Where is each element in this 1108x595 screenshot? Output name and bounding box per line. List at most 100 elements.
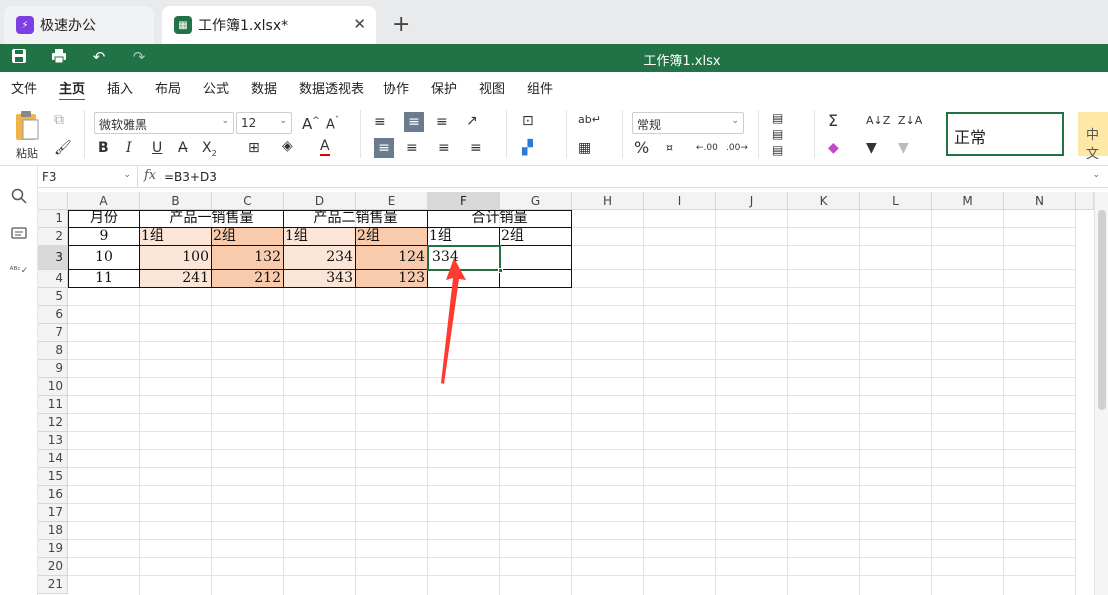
table-format-icon[interactable]: ▦	[578, 138, 591, 158]
menu-collaborate[interactable]: 协作	[383, 78, 409, 97]
tab-workbook[interactable]: ▦ 工作簿1.xlsx* ✕	[162, 6, 376, 44]
row-header-14[interactable]: 14	[38, 450, 68, 468]
currency-icon[interactable]: ¤	[666, 138, 673, 158]
menu-pivot-table[interactable]: 数据透视表	[299, 78, 364, 97]
align-right-icon[interactable]: ≡	[438, 138, 450, 158]
column-header-e[interactable]: E	[356, 192, 428, 210]
cell-e3[interactable]: 124	[356, 246, 428, 270]
tab-app-home[interactable]: ⚡ 极速办公	[4, 6, 154, 44]
new-tab-button[interactable]: +	[392, 12, 410, 37]
cell-c2[interactable]: 2组	[212, 228, 284, 246]
row-header-17[interactable]: 17	[38, 504, 68, 522]
percent-icon[interactable]: %	[634, 138, 649, 158]
strikethrough-icon[interactable]: A̶	[178, 138, 188, 158]
cell-b1-merged[interactable]: 产品一销售量	[140, 210, 284, 228]
row-header-10[interactable]: 10	[38, 378, 68, 396]
sort-descending-icon[interactable]: Z↓A	[898, 111, 922, 131]
italic-button[interactable]: I	[126, 138, 132, 158]
row-header-3[interactable]: 3	[38, 246, 68, 270]
menu-components[interactable]: 组件	[527, 78, 553, 97]
align-middle-icon[interactable]: ≡	[404, 112, 424, 132]
row-header-12[interactable]: 12	[38, 414, 68, 432]
comment-icon[interactable]	[9, 226, 29, 246]
menu-formula[interactable]: 公式	[203, 78, 229, 97]
align-left-icon[interactable]: ≡	[374, 138, 394, 158]
font-size-select[interactable]: 12 ⌄	[236, 112, 292, 134]
formula-input[interactable]: =B3+D3	[164, 170, 217, 184]
row-header-7[interactable]: 7	[38, 324, 68, 342]
cell-d1-merged[interactable]: 产品二销售量	[284, 210, 428, 228]
name-box[interactable]: F3 ⌄	[38, 166, 138, 188]
cell-d2[interactable]: 1组	[284, 228, 356, 246]
column-header-k[interactable]: K	[788, 192, 860, 210]
row-header-13[interactable]: 13	[38, 432, 68, 450]
column-header-a[interactable]: A	[68, 192, 140, 210]
column-header-j[interactable]: J	[716, 192, 788, 210]
cell-e4[interactable]: 123	[356, 270, 428, 288]
cell-c4[interactable]: 212	[212, 270, 284, 288]
column-header-i[interactable]: I	[644, 192, 716, 210]
row-header-6[interactable]: 6	[38, 306, 68, 324]
cell-f1-merged[interactable]: 合计销量	[428, 210, 572, 228]
column-header-c[interactable]: C	[212, 192, 284, 210]
text-orientation-icon[interactable]: ↗	[466, 111, 478, 131]
vertical-scrollbar[interactable]	[1094, 192, 1108, 595]
row-header-4[interactable]: 4	[38, 270, 68, 288]
scrollbar-thumb[interactable]	[1098, 210, 1106, 410]
cell-d3[interactable]: 234	[284, 246, 356, 270]
cell-g2[interactable]: 2组	[500, 228, 572, 246]
align-center-icon[interactable]: ≡	[406, 138, 418, 158]
sort-ascending-icon[interactable]: A↓Z	[866, 111, 890, 131]
menu-view[interactable]: 视图	[479, 78, 505, 97]
row-header-5[interactable]: 5	[38, 288, 68, 306]
column-header-d[interactable]: D	[284, 192, 356, 210]
subscript-icon[interactable]: X2	[202, 138, 217, 164]
cell-style-normal[interactable]: 正常	[946, 112, 1064, 156]
menu-file[interactable]: 文件	[11, 78, 37, 97]
cell-a2[interactable]: 9	[69, 228, 140, 246]
cell-b2[interactable]: 1组	[140, 228, 212, 246]
row-header-11[interactable]: 11	[38, 396, 68, 414]
cell-c3[interactable]: 132	[212, 246, 284, 270]
cell-a3[interactable]: 10	[69, 246, 140, 270]
column-header-l[interactable]: L	[860, 192, 932, 210]
number-format-select[interactable]: 常规 ⌄	[632, 112, 744, 134]
justify-icon[interactable]: ≡	[470, 138, 482, 158]
menu-insert[interactable]: 插入	[107, 78, 133, 97]
row-header-20[interactable]: 20	[38, 558, 68, 576]
clear-filter-icon[interactable]: ▼	[898, 138, 909, 158]
spreadsheet-grid[interactable]: A B C D E F G H I J K L M N 1 2 3 4 5 6 …	[38, 192, 1108, 595]
merge-cells-icon[interactable]: ⊡	[522, 111, 534, 131]
search-icon[interactable]	[9, 188, 29, 208]
font-name-select[interactable]: 微软雅黑 ⌄	[94, 112, 234, 134]
paste-icon[interactable]	[12, 110, 42, 142]
cell-a4[interactable]: 11	[69, 270, 140, 288]
chevron-down-icon[interactable]: ⌄	[1092, 170, 1100, 180]
row-header-1[interactable]: 1	[38, 210, 68, 228]
cell-d4[interactable]: 343	[284, 270, 356, 288]
column-header-m[interactable]: M	[932, 192, 1004, 210]
cell-a1[interactable]: 月份	[69, 210, 140, 228]
underline-button[interactable]: U	[152, 138, 162, 158]
cell-b4[interactable]: 241	[140, 270, 212, 288]
align-top-icon[interactable]: ≡	[374, 112, 386, 132]
menu-protect[interactable]: 保护	[431, 78, 457, 97]
copy-icon[interactable]: ⧉	[54, 110, 64, 130]
row-header-21[interactable]: 21	[38, 576, 68, 594]
cell-e2[interactable]: 2组	[356, 228, 428, 246]
cell-color-icon[interactable]: ▞	[522, 138, 533, 158]
select-all-corner[interactable]	[38, 192, 68, 210]
menu-data[interactable]: 数据	[251, 78, 277, 97]
format-painter-icon[interactable]: 🖌	[54, 138, 72, 158]
eraser-icon[interactable]: ◆	[828, 138, 839, 158]
increase-font-icon[interactable]: A^	[302, 111, 320, 134]
decrease-decimal-icon[interactable]: ←.00	[696, 138, 718, 158]
column-header-g[interactable]: G	[500, 192, 572, 210]
sum-icon[interactable]: Σ	[828, 111, 838, 131]
cell-style-chinese[interactable]: 中文	[1078, 112, 1108, 162]
function-icon[interactable]: fx	[144, 168, 156, 183]
row-header-8[interactable]: 8	[38, 342, 68, 360]
column-header-h[interactable]: H	[572, 192, 644, 210]
fill-handle[interactable]	[498, 268, 503, 273]
cell-g3[interactable]	[500, 246, 572, 270]
